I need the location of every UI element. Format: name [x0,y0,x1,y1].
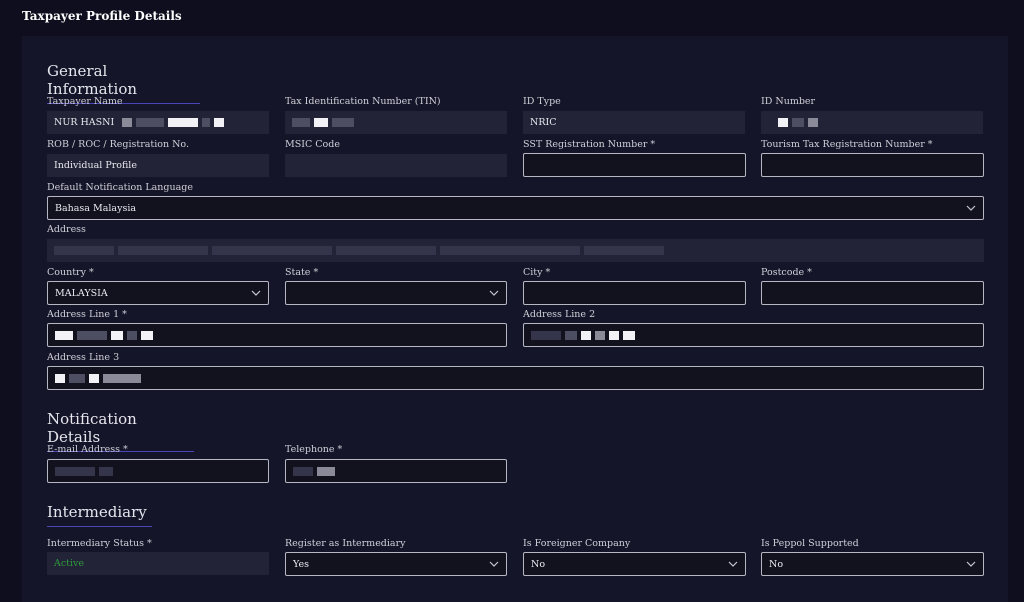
redacted-name [122,117,228,128]
chevron-down-icon [728,561,738,567]
intermediary-status-value: Active [54,558,85,569]
chevron-down-icon [966,561,976,567]
telephone-input[interactable] [285,459,507,483]
foreigner-company-select[interactable]: No [523,552,746,576]
redacted-address-line3 [55,373,145,384]
address-line3-label: Address Line 3 [47,352,120,363]
foreigner-company-label: Is Foreigner Company [523,538,631,549]
city-input[interactable] [523,281,746,305]
country-select[interactable]: MALAYSIA [47,281,269,305]
redacted-telephone [293,466,339,477]
taxpayer-name-label: Taxpayer Name [47,96,123,107]
id-number-field [761,111,983,134]
address-field [47,239,984,262]
postcode-label: Postcode * [761,267,812,278]
intermediary-status-field: Active [47,552,269,575]
telephone-label: Telephone * [285,444,343,455]
intermediary-status-label: Intermediary Status * [47,538,152,549]
id-type-field: NRIC [523,111,745,134]
language-value: Bahasa Malaysia [55,202,137,214]
section-title-intermediary: Intermediary [47,503,152,527]
peppol-value: No [769,558,784,570]
email-label: E-mail Address * [47,444,128,455]
rob-value: Individual Profile [54,160,137,171]
taxpayer-name-field: NUR HASNI [47,111,269,134]
postcode-input[interactable] [761,281,984,305]
address-label: Address [47,224,86,235]
tourism-label: Tourism Tax Registration Number * [761,139,933,150]
peppol-select[interactable]: No [761,552,984,576]
chevron-down-icon [489,561,499,567]
language-label: Default Notification Language [47,182,193,193]
state-label: State * [285,267,319,278]
peppol-label: Is Peppol Supported [761,538,859,549]
tin-label: Tax Identification Number (TIN) [285,96,441,107]
chevron-down-icon [489,290,499,296]
email-input[interactable] [47,459,269,483]
foreigner-company-value: No [531,558,546,570]
language-select[interactable]: Bahasa Malaysia [47,196,984,220]
sst-label: SST Registration Number * [523,139,656,150]
redacted-id-number [768,117,822,128]
redacted-email [55,466,117,477]
page-title: Taxpayer Profile Details [22,9,182,23]
city-label: City * [523,267,551,278]
state-select[interactable] [285,281,507,305]
redacted-tin [292,117,358,128]
address-line1-label: Address Line 1 * [47,309,127,320]
sst-input[interactable] [523,153,746,177]
id-number-label: ID Number [761,96,816,107]
register-intermediary-label: Register as Intermediary [285,538,406,549]
id-type-label: ID Type [523,96,561,107]
chevron-down-icon [966,205,976,211]
register-intermediary-select[interactable]: Yes [285,552,507,576]
tin-field [285,111,507,134]
msic-field [285,154,507,177]
tourism-input[interactable] [761,153,984,177]
redacted-address-line1 [55,330,157,341]
address-line1-input[interactable] [47,323,507,347]
rob-label: ROB / ROC / Registration No. [47,139,190,150]
redacted-address [54,245,668,256]
country-label: Country * [47,267,94,278]
address-line3-input[interactable] [47,366,984,390]
address-line2-input[interactable] [523,323,984,347]
chevron-down-icon [251,290,261,296]
taxpayer-name-value: NUR HASNI [54,117,115,128]
rob-field: Individual Profile [47,154,269,177]
msic-label: MSIC Code [285,139,340,150]
redacted-address-line2 [531,330,639,341]
country-value: MALAYSIA [55,287,108,299]
address-line2-label: Address Line 2 [523,309,596,320]
register-intermediary-value: Yes [293,558,309,570]
id-type-value: NRIC [530,117,557,128]
